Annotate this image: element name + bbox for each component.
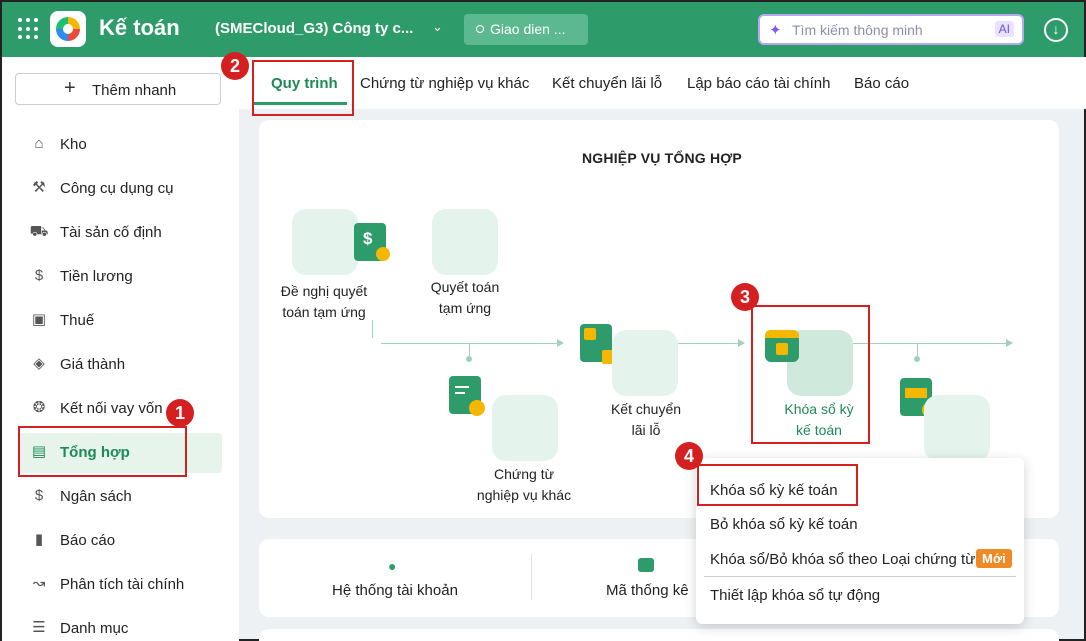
app-logo bbox=[50, 11, 86, 47]
profit-loss-tile[interactable] bbox=[612, 330, 678, 396]
sidebar-item-salary[interactable]: $ Tiền lương bbox=[18, 257, 222, 297]
annotation-badge-2: 2 bbox=[221, 52, 249, 80]
accounts-icon: ● bbox=[388, 558, 397, 574]
tax-document-icon: ▣ bbox=[31, 311, 47, 328]
sidebar-item-budget[interactable]: $ Ngân sách bbox=[18, 477, 222, 517]
sidebar-item-kho[interactable]: ⌂ Kho bbox=[18, 125, 222, 165]
top-header: Kế toán (SMECloud_G3) Công ty c... ⌄ Gia… bbox=[2, 2, 1084, 57]
sidebar-item-tools[interactable]: ⚒ Công cụ dụng cụ bbox=[18, 169, 222, 209]
budget-icon: $ bbox=[34, 487, 44, 504]
ai-badge: AI bbox=[994, 21, 1014, 37]
highlight-lock-period bbox=[751, 305, 870, 444]
sidebar-item-catalog[interactable]: ☰ Danh mục bbox=[18, 609, 222, 641]
analytics-icon: ↝ bbox=[32, 575, 46, 592]
code-icon bbox=[638, 558, 654, 572]
quick-add-button[interactable]: + Thêm nhanh bbox=[15, 73, 221, 105]
voucher-icon bbox=[449, 376, 485, 416]
annotation-badge-1: 1 bbox=[166, 399, 194, 427]
sidebar-item-cost[interactable]: ◈ Giá thành bbox=[18, 345, 222, 385]
car-icon: ⛟ bbox=[29, 223, 49, 240]
plus-icon: + bbox=[64, 77, 76, 99]
process-title: NGHIỆP VỤ TỔNG HỢP bbox=[582, 150, 742, 166]
dollar-circle-icon: $ bbox=[34, 267, 44, 284]
tab-financial-statements[interactable]: Lập báo cáo tài chính bbox=[687, 75, 830, 92]
chevron-down-icon[interactable]: ⌄ bbox=[432, 19, 443, 35]
download-icon[interactable]: ↓ bbox=[1044, 18, 1068, 42]
advance-settlement-tile[interactable] bbox=[432, 209, 498, 275]
flow-node bbox=[466, 356, 472, 362]
sidebar-item-fixed-assets[interactable]: ⛟ Tài sản cố định bbox=[18, 213, 222, 253]
flow-arrow bbox=[1006, 339, 1013, 347]
financial-statements-tile[interactable] bbox=[924, 395, 990, 461]
advance-request-tile[interactable] bbox=[292, 209, 358, 275]
app-grid-icon[interactable] bbox=[18, 18, 40, 40]
new-badge: Mới bbox=[976, 549, 1012, 568]
list-icon: ☰ bbox=[32, 619, 46, 636]
tools-icon: ⚒ bbox=[32, 179, 46, 196]
other-vouchers-tile[interactable] bbox=[492, 395, 558, 461]
highlight-process-tab bbox=[252, 60, 354, 116]
flow-node bbox=[914, 356, 920, 362]
highlight-general bbox=[18, 426, 187, 477]
other-vouchers-label[interactable]: Chứng từ nghiệp vụ khác bbox=[468, 464, 580, 506]
flow-arrow bbox=[738, 339, 745, 347]
loan-icon: ❂ bbox=[32, 399, 46, 416]
menu-item-unlock-period[interactable]: Bỏ khóa sổ kỳ kế toán bbox=[710, 516, 858, 533]
bar-chart-icon: ▮ bbox=[34, 531, 44, 548]
profit-loss-label[interactable]: Kết chuyển lãi lỗ bbox=[598, 399, 694, 441]
sidebar-item-reports[interactable]: ▮ Báo cáo bbox=[18, 521, 222, 561]
annotation-badge-3: 3 bbox=[731, 283, 759, 311]
chart-of-accounts-link[interactable]: Hệ thống tài khoản bbox=[332, 582, 458, 599]
ui-switch-button[interactable]: Giao dien ... bbox=[464, 14, 588, 45]
stats-code-link[interactable]: Mã thống kê bbox=[606, 582, 689, 599]
sidebar-item-financial-analysis[interactable]: ↝ Phân tích tài chính bbox=[18, 565, 222, 605]
tab-reports[interactable]: Báo cáo bbox=[854, 75, 909, 92]
tab-profit-loss[interactable]: Kết chuyển lãi lỗ bbox=[552, 75, 662, 92]
invoice-dollar-icon: $ bbox=[354, 223, 390, 261]
next-card bbox=[259, 629, 1059, 641]
app-title: Kế toán bbox=[99, 15, 180, 40]
menu-item-lock-by-voucher-type[interactable]: Khóa sổ/Bỏ khóa sổ theo Loại chứng từ bbox=[710, 551, 975, 568]
warehouse-icon: ⌂ bbox=[34, 135, 44, 152]
price-tag-icon: ◈ bbox=[33, 355, 45, 372]
menu-divider bbox=[704, 576, 1016, 577]
highlight-lock-menu-item bbox=[697, 464, 858, 506]
smart-search-input[interactable]: ✦ Tìm kiếm thông minh AI bbox=[758, 14, 1024, 45]
transfer-icon bbox=[580, 324, 616, 364]
sparkle-search-icon: ✦ bbox=[769, 22, 782, 39]
company-selector[interactable]: (SMECloud_G3) Công ty c... bbox=[215, 20, 413, 37]
advance-request-label[interactable]: Đề nghị quyết toán tạm ứng bbox=[272, 281, 376, 323]
tab-other-vouchers[interactable]: Chứng từ nghiệp vụ khác bbox=[360, 75, 529, 92]
advance-settlement-label[interactable]: Quyết toán tạm ứng bbox=[416, 277, 514, 319]
sidebar-item-tax[interactable]: ▣ Thuế bbox=[18, 301, 222, 341]
divider bbox=[531, 554, 532, 600]
flow-arrow bbox=[557, 339, 564, 347]
menu-item-auto-lock-settings[interactable]: Thiết lập khóa sổ tự động bbox=[710, 587, 880, 604]
annotation-badge-4: 4 bbox=[675, 442, 703, 470]
